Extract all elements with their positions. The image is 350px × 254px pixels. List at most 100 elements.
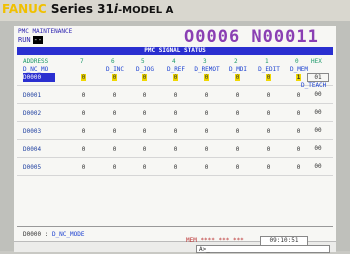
row-address[interactable]: D0004 [23,145,55,154]
bit-cell[interactable]: 0 [266,146,271,153]
bit-header-5: 5 [141,58,145,65]
bit-name-7: D_MEM [289,66,309,73]
bit-cell[interactable]: 0 [142,110,147,117]
bit-cell[interactable]: 0 [81,92,86,99]
bit-cell[interactable]: 0 [266,164,271,171]
bit-cell[interactable]: 0 [235,74,240,81]
bit-cell[interactable]: 0 [204,74,209,81]
bit-cell[interactable]: 0 [81,164,86,171]
bit-cell[interactable]: 0 [112,110,117,117]
bit-cell[interactable]: 0 [235,128,240,135]
bit-cell[interactable]: 0 [296,110,301,117]
bit-cell[interactable]: 0 [112,74,117,81]
bit-header-2: 2 [234,58,238,65]
bit-name-5: D_MDI [228,66,248,73]
bit-cell[interactable]: 0 [204,164,209,171]
mem-status: MEM **** *** *** [186,237,244,244]
bit-cell[interactable]: 0 [112,146,117,153]
bit-cell[interactable]: 0 [235,164,240,171]
run-mode: RUN -- [18,36,44,44]
footer-divider [17,226,333,227]
bit-cell[interactable]: 0 [112,128,117,135]
footer-signal-name: D_NC_MODE [51,231,85,238]
selected-signal-info: D0000 : D_NC_MODE [23,231,84,238]
bit-cell[interactable]: 0 [204,146,209,153]
hex-header: HEX [311,58,322,65]
bit-cell[interactable]: 0 [296,164,301,171]
bit-cell[interactable]: 0 [235,146,240,153]
hex-value: 00 [314,127,322,134]
bit-header-1: 1 [265,58,269,65]
bit-name-6: D_EDIT [258,66,280,73]
mode-label: RUN [18,36,31,44]
brand-model: -MODEL A [118,5,174,16]
row-address[interactable]: D0003 [23,127,55,136]
bit-cell[interactable]: 0 [142,74,147,81]
row-divider [17,139,333,140]
hex-value: 00 [314,91,322,98]
row-address[interactable]: D0002 [23,109,55,118]
bit-cell[interactable]: 0 [235,110,240,117]
bit-header-0: 0 [295,58,299,65]
bit-cell[interactable]: 0 [112,92,117,99]
row-divider [17,157,333,158]
bit-cell[interactable]: 0 [173,74,178,81]
cnc-screen: PMC MAINTENANCE RUN -- O0006 N00011 PMC S… [14,26,336,253]
bit-name-extra: D_TEACH [301,82,327,89]
bit-cell[interactable]: 0 [142,92,147,99]
bit-cell[interactable]: 0 [266,92,271,99]
row-divider [17,85,333,86]
bit-cell[interactable]: 0 [235,92,240,99]
bit-cell[interactable]: 0 [173,164,178,171]
bit-name-3: D_REF [166,66,186,73]
row-divider [17,103,333,104]
mode-value: -- [32,36,44,44]
brand-logo: FANUC Series 31i-MODEL A [2,2,173,18]
brand-name: FANUC [2,2,47,16]
address-header: ADDRESS [23,58,49,65]
bit-cell[interactable]: 0 [81,74,86,81]
row-divider [17,175,333,176]
bit-cell[interactable]: 0 [266,110,271,117]
hex-value: 00 [314,145,322,152]
bit-name-2: D_JOG [135,66,155,73]
bit-cell[interactable]: 0 [204,110,209,117]
bit-cell[interactable]: 0 [173,128,178,135]
bit-cell[interactable]: 0 [142,146,147,153]
hex-value: 01 [307,73,329,82]
row-address[interactable]: D0005 [23,163,55,172]
bit-cell[interactable]: 0 [81,110,86,117]
row-address[interactable]: D0001 [23,91,55,100]
bit-cell[interactable]: 0 [204,128,209,135]
bit-cell[interactable]: 0 [266,74,271,81]
row-address[interactable]: D0000 [23,73,55,82]
bit-cell[interactable]: 0 [266,128,271,135]
bit-header-4: 4 [172,58,176,65]
bit-header-3: 3 [203,58,207,65]
bit-cell[interactable]: 0 [296,92,301,99]
bit-cell[interactable]: 1 [296,74,301,81]
bit-cell[interactable]: 0 [112,164,117,171]
bit-name-1: D_INC [105,66,125,73]
bit-header-6: 6 [111,58,115,65]
bit-cell[interactable]: 0 [296,146,301,153]
bit-name-4: D_REMOT [194,66,220,73]
bit-cell[interactable]: 0 [173,110,178,117]
footer-address: D0000 [23,231,42,238]
hex-value: 00 [314,163,322,170]
bit-header-7: 7 [80,58,84,65]
bit-cell[interactable]: 0 [142,128,147,135]
bit-cell[interactable]: 0 [142,164,147,171]
bit-cell[interactable]: 0 [204,92,209,99]
hex-value: 00 [314,109,322,116]
program-number: O0006 N00011 [184,27,319,47]
clock: 09:10:51 [260,236,308,246]
signal-status-bar: PMC SIGNAL STATUS [17,47,333,55]
bit-cell[interactable]: 0 [81,146,86,153]
bit-cell[interactable]: 0 [173,92,178,99]
bit-cell[interactable]: 0 [173,146,178,153]
input-prompt[interactable]: A>_ [196,245,330,253]
bit-cell[interactable]: 0 [296,128,301,135]
bit-cell[interactable]: 0 [81,128,86,135]
screen-title: PMC MAINTENANCE [18,28,73,35]
